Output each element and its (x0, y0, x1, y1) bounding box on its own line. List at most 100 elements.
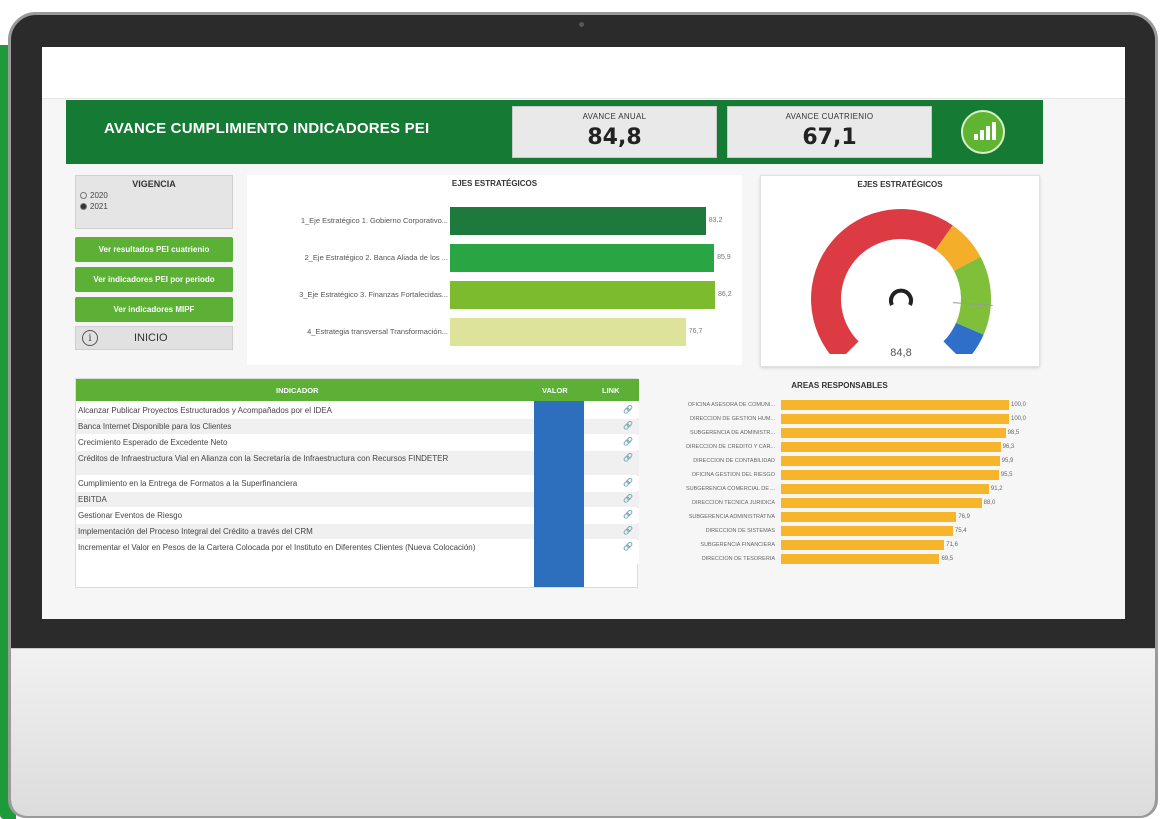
area-value-label: 75,4 (954, 528, 967, 534)
area-row[interactable]: SUBGERENCIA COMERCIAL DE ... 91,2 (647, 484, 1032, 494)
area-bar[interactable] (781, 456, 1000, 466)
area-bar[interactable] (781, 484, 989, 494)
eje-bar[interactable] (450, 281, 715, 309)
area-bar[interactable] (781, 470, 999, 480)
area-value-label: 76,9 (958, 514, 971, 520)
area-value-label: 69,5 (941, 556, 954, 562)
col-link[interactable]: LINK (602, 386, 620, 395)
eje-label: 1_Eje Estratégico 1. Gobierno Corporativ… (300, 216, 448, 225)
link-icon[interactable]: 🔗 (623, 421, 633, 430)
area-row[interactable]: DIRECCIÓN TÉCNICA JURÍDICA 88,0 (647, 498, 1032, 508)
area-value-label: 100,0 (1011, 416, 1027, 422)
eje-label: 3_Eje Estratégico 3. Finanzas Fortalecid… (299, 290, 448, 299)
indicador-cell: Incrementar el Valor en Pesos de la Cart… (78, 543, 476, 552)
area-value-label: 95,5 (1000, 472, 1013, 478)
inicio-button[interactable]: i INICIO (75, 326, 233, 350)
eje-bar[interactable] (450, 244, 715, 272)
indicador-cell: Gestionar Eventos de Riesgo (78, 511, 183, 520)
gauge-title: EJES ESTRATÉGICOS (857, 180, 943, 189)
area-bar[interactable] (781, 442, 1001, 452)
camera-dot (579, 22, 584, 27)
eje-label: 2_Eje Estratégico 2. Banca Aliada de los… (304, 253, 448, 262)
area-label: DIRECCIÓN DE SISTEMAS (705, 528, 775, 534)
area-bar[interactable] (781, 512, 957, 522)
ejes-gauge-chart: EJES ESTRATÉGICOS 84,8 (760, 175, 1040, 367)
link-icon[interactable]: 🔗 (623, 437, 633, 446)
area-bar[interactable] (781, 428, 1006, 438)
area-label: OFICINA GESTIÓN DEL RIESGO (691, 472, 775, 478)
ver-indicadores-periodo-button[interactable]: Ver indicadores PEI por periodo (75, 267, 233, 292)
eje-bar[interactable] (450, 318, 686, 346)
area-label: SUBGERENCIA FINANCIERA (700, 542, 775, 548)
gauge-band (810, 209, 953, 354)
eje-row[interactable]: 2_Eje Estratégico 2. Banca Aliada de los… (247, 244, 742, 272)
area-bar[interactable] (781, 540, 945, 550)
gauge-center-icon (889, 288, 913, 306)
kpi-anual-label: AVANCE ANUAL (582, 112, 647, 121)
eje-value-label: 85,9 (717, 254, 731, 261)
kpi-cuatrienio-label: AVANCE CUATRIENIO (785, 112, 874, 121)
radio-2020[interactable] (80, 192, 87, 199)
area-label: SUBGERENCIA DE ADMINISTR... (690, 430, 775, 436)
bar-chart-icon (961, 110, 1005, 154)
area-row[interactable]: DIRECCIÓN DE SISTEMAS 75,4 (647, 526, 1032, 536)
area-row[interactable]: SUBGERENCIA FINANCIERA 71,6 (647, 540, 1032, 550)
gauge-band (954, 256, 991, 335)
eje-row[interactable]: 3_Eje Estratégico 3. Finanzas Fortalecid… (247, 281, 742, 309)
link-icon[interactable]: 🔗 (623, 405, 633, 414)
areas-bar-chart: AREAS RESPONSABLES OFICINA ASESORA DE CO… (647, 378, 1032, 578)
area-row[interactable]: SUBGERENCIA DE ADMINISTR... 98,5 (647, 428, 1032, 438)
area-bar[interactable] (781, 414, 1009, 424)
link-icon[interactable]: 🔗 (623, 526, 633, 535)
area-label: DIRECCIÓN DE CONTABILIDAD (693, 458, 775, 464)
col-indicador[interactable]: INDICADOR (276, 386, 319, 395)
area-bar[interactable] (781, 498, 982, 508)
ver-resultados-button[interactable]: Ver resultados PEI cuatrienio (75, 237, 233, 262)
area-row[interactable]: OFICINA ASESORA DE COMUNI... 100,0 (647, 400, 1032, 410)
ver-indicadores-mipf-button[interactable]: Ver indicadores MIPF (75, 297, 233, 322)
area-row[interactable]: DIRECCIÓN DE CONTABILIDAD 95,9 (647, 456, 1032, 466)
vigencia-slicer: VIGENCIA 2020 2021 (75, 175, 233, 229)
info-icon[interactable]: i (82, 330, 98, 346)
eje-row[interactable]: 1_Eje Estratégico 1. Gobierno Corporativ… (247, 207, 742, 235)
radio-2021[interactable] (80, 203, 87, 210)
indicador-cell: Crecimiento Esperado de Excedente Neto (78, 438, 228, 447)
area-value-label: 100,0 (1011, 402, 1027, 408)
vigencia-title: VIGENCIA (132, 179, 176, 189)
area-bar[interactable] (781, 526, 953, 536)
vigencia-option-2020[interactable]: 2020 (80, 191, 232, 200)
eje-bar[interactable] (450, 207, 706, 235)
area-row[interactable]: OFICINA GESTIÓN DEL RIESGO 95,5 (647, 470, 1032, 480)
eje-label: 4_Estrategia transversal Transformación.… (307, 327, 448, 336)
marketing-image: AVANCE CUMPLIMIENTO INDICADORES PEI AVAN… (0, 0, 1160, 819)
link-icon[interactable]: 🔗 (623, 453, 633, 462)
kpi-anual-value: 84,8 (587, 125, 642, 150)
area-row[interactable]: DIRECCIÓN DE GESTIÓN HUM... 100,0 (647, 414, 1032, 424)
area-value-label: 88,0 (983, 500, 996, 506)
link-icon[interactable]: 🔗 (623, 494, 633, 503)
area-value-label: 95,9 (1001, 458, 1014, 464)
col-valor[interactable]: VALOR (542, 386, 568, 395)
link-icon[interactable]: 🔗 (623, 542, 633, 551)
dashboard-title: AVANCE CUMPLIMIENTO INDICADORES PEI (104, 120, 430, 137)
gauge-svg (810, 209, 993, 354)
inicio-label: INICIO (134, 332, 168, 344)
monitor-bezel-bottom (11, 648, 1155, 816)
link-icon[interactable]: 🔗 (623, 510, 633, 519)
area-value-label: 71,6 (946, 542, 958, 548)
eje-value-label: 86,2 (718, 291, 732, 298)
area-bar[interactable] (781, 554, 940, 564)
area-row[interactable]: SUBGERENCIA ADMINISTRATIVA 76,9 (647, 512, 1032, 522)
dashboard-screen: AVANCE CUMPLIMIENTO INDICADORES PEI AVAN… (42, 47, 1125, 619)
vigencia-option-2021[interactable]: 2021 (80, 202, 232, 211)
area-bar[interactable] (781, 400, 1009, 410)
area-row[interactable]: DIRECCIÓN DE TESORERÍA 69,5 (647, 554, 1032, 564)
link-icon[interactable]: 🔗 (623, 478, 633, 487)
area-label: SUBGERENCIA ADMINISTRATIVA (688, 514, 775, 520)
indicador-cell: Cumplimiento en la Entrega de Formatos a… (78, 479, 298, 488)
eje-row[interactable]: 4_Estrategia transversal Transformación.… (247, 318, 742, 346)
area-row[interactable]: DIRECCIÓN DE CRÉDITO Y CAR... 96,3 (647, 442, 1032, 452)
eje-value-label: 76,7 (688, 328, 703, 335)
area-label: OFICINA ASESORA DE COMUNI... (687, 402, 775, 408)
area-value-label: 98,5 (1007, 430, 1020, 436)
